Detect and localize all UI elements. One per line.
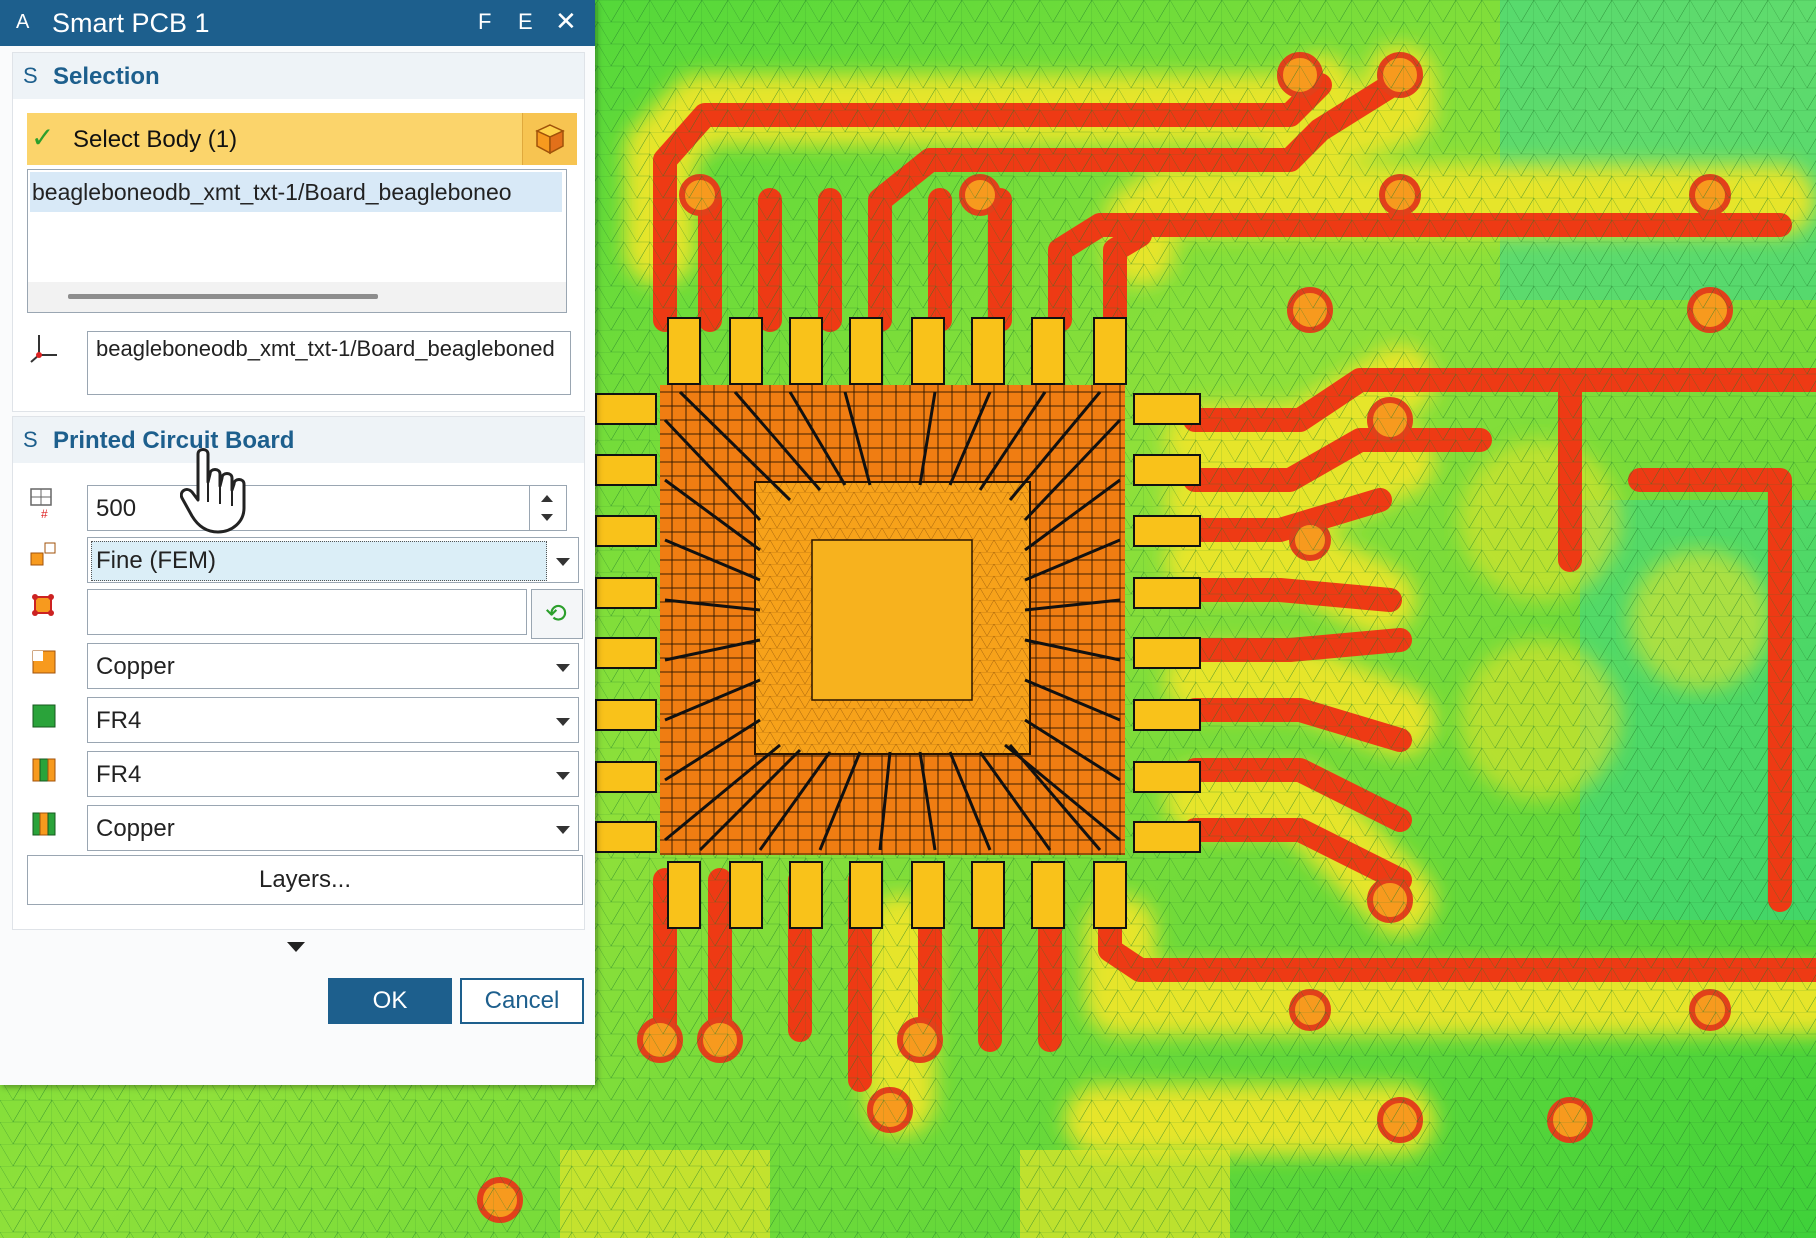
- element-count-value: 500: [96, 495, 137, 522]
- selection-header[interactable]: S Selection: [13, 53, 584, 99]
- pcb-header[interactable]: S Printed Circuit Board: [13, 417, 584, 463]
- cube-icon: [535, 124, 565, 155]
- select-body-button[interactable]: [522, 113, 577, 165]
- layer-stack-icon: [32, 758, 56, 782]
- expand-more-icon[interactable]: [287, 942, 305, 952]
- mesh-quality-icon: [30, 542, 56, 566]
- selection-section: S Selection ✓ Select Body (1) beaglebone…: [12, 52, 585, 412]
- svg-text:#: #: [41, 507, 48, 521]
- spin-down-icon[interactable]: [541, 514, 553, 521]
- collapse-caret[interactable]: S: [23, 427, 38, 453]
- e-button[interactable]: E: [518, 9, 533, 35]
- f-button[interactable]: F: [478, 9, 491, 35]
- mesh-quality-dropdown[interactable]: Fine (FEM): [87, 537, 579, 583]
- empty-selection-field[interactable]: [87, 589, 527, 635]
- horizontal-scrollbar[interactable]: [28, 282, 566, 312]
- top-layer-value: Copper: [96, 653, 175, 680]
- selected-bodies-list[interactable]: beagleboneodb_xmt_txt-1/Board_beaglebone…: [27, 169, 567, 313]
- spin-up-icon[interactable]: [541, 495, 553, 502]
- ok-button[interactable]: OK: [328, 978, 452, 1024]
- path-value: beagleboneodb_xmt_txt-1/Board_beaglebone…: [96, 336, 555, 361]
- board-material-value: FR4: [96, 707, 142, 734]
- chevron-down-icon[interactable]: [556, 718, 570, 726]
- path-field[interactable]: beagleboneodb_xmt_txt-1/Board_beaglebone…: [87, 331, 571, 395]
- chevron-down-icon[interactable]: [556, 772, 570, 780]
- bottom-layer-value: Copper: [96, 815, 175, 842]
- cancel-button[interactable]: Cancel: [460, 978, 584, 1024]
- layer-stack-icon: [32, 812, 56, 836]
- close-icon[interactable]: ✕: [555, 6, 577, 37]
- select-body-label: Select Body (1): [73, 126, 238, 153]
- bottom-layer-dropdown[interactable]: Copper: [87, 805, 579, 851]
- coordinate-system-icon: [30, 335, 57, 363]
- list-item[interactable]: beagleboneodb_xmt_txt-1/Board_beaglebone…: [30, 172, 562, 212]
- board-material-dropdown[interactable]: FR4: [87, 697, 579, 743]
- layers-button[interactable]: Layers...: [27, 855, 583, 905]
- collapse-caret[interactable]: S: [23, 63, 38, 89]
- smart-pcb-dialog: A Smart PCB 1 F E ✕ S Selection ✓ Select…: [0, 0, 595, 1085]
- element-count-stepper[interactable]: 500: [87, 485, 567, 531]
- copper-layer-icon: [32, 650, 56, 674]
- mesh-grid-icon: #: [30, 488, 52, 521]
- chevron-down-icon[interactable]: [556, 826, 570, 834]
- board-material-icon: [32, 704, 56, 728]
- refresh-button[interactable]: ⟲: [531, 589, 583, 639]
- inner-material-dropdown[interactable]: FR4: [87, 751, 579, 797]
- mesh-quality-value: Fine (FEM): [96, 547, 216, 574]
- chip-die-center: [811, 539, 973, 701]
- dialog-app-icon: A: [16, 11, 30, 33]
- pcb-title: Printed Circuit Board: [53, 427, 295, 454]
- dialog-titlebar[interactable]: A Smart PCB 1 F E ✕: [0, 0, 595, 46]
- scrollbar-thumb[interactable]: [68, 294, 378, 299]
- inner-material-value: FR4: [96, 761, 142, 788]
- chevron-down-icon[interactable]: [556, 558, 570, 566]
- dialog-title: Smart PCB 1: [52, 8, 210, 38]
- refresh-icon: ⟲: [545, 598, 567, 628]
- select-body-row[interactable]: ✓ Select Body (1): [27, 113, 577, 165]
- check-icon: ✓: [31, 122, 55, 153]
- node-icon: [32, 594, 54, 616]
- top-layer-dropdown[interactable]: Copper: [87, 643, 579, 689]
- pcb-section: S Printed Circuit Board # 500 Fine (FEM): [12, 416, 585, 930]
- selection-title: Selection: [53, 63, 160, 90]
- hand-cursor-icon: [180, 448, 246, 534]
- spinner[interactable]: [529, 486, 566, 530]
- chevron-down-icon[interactable]: [556, 664, 570, 672]
